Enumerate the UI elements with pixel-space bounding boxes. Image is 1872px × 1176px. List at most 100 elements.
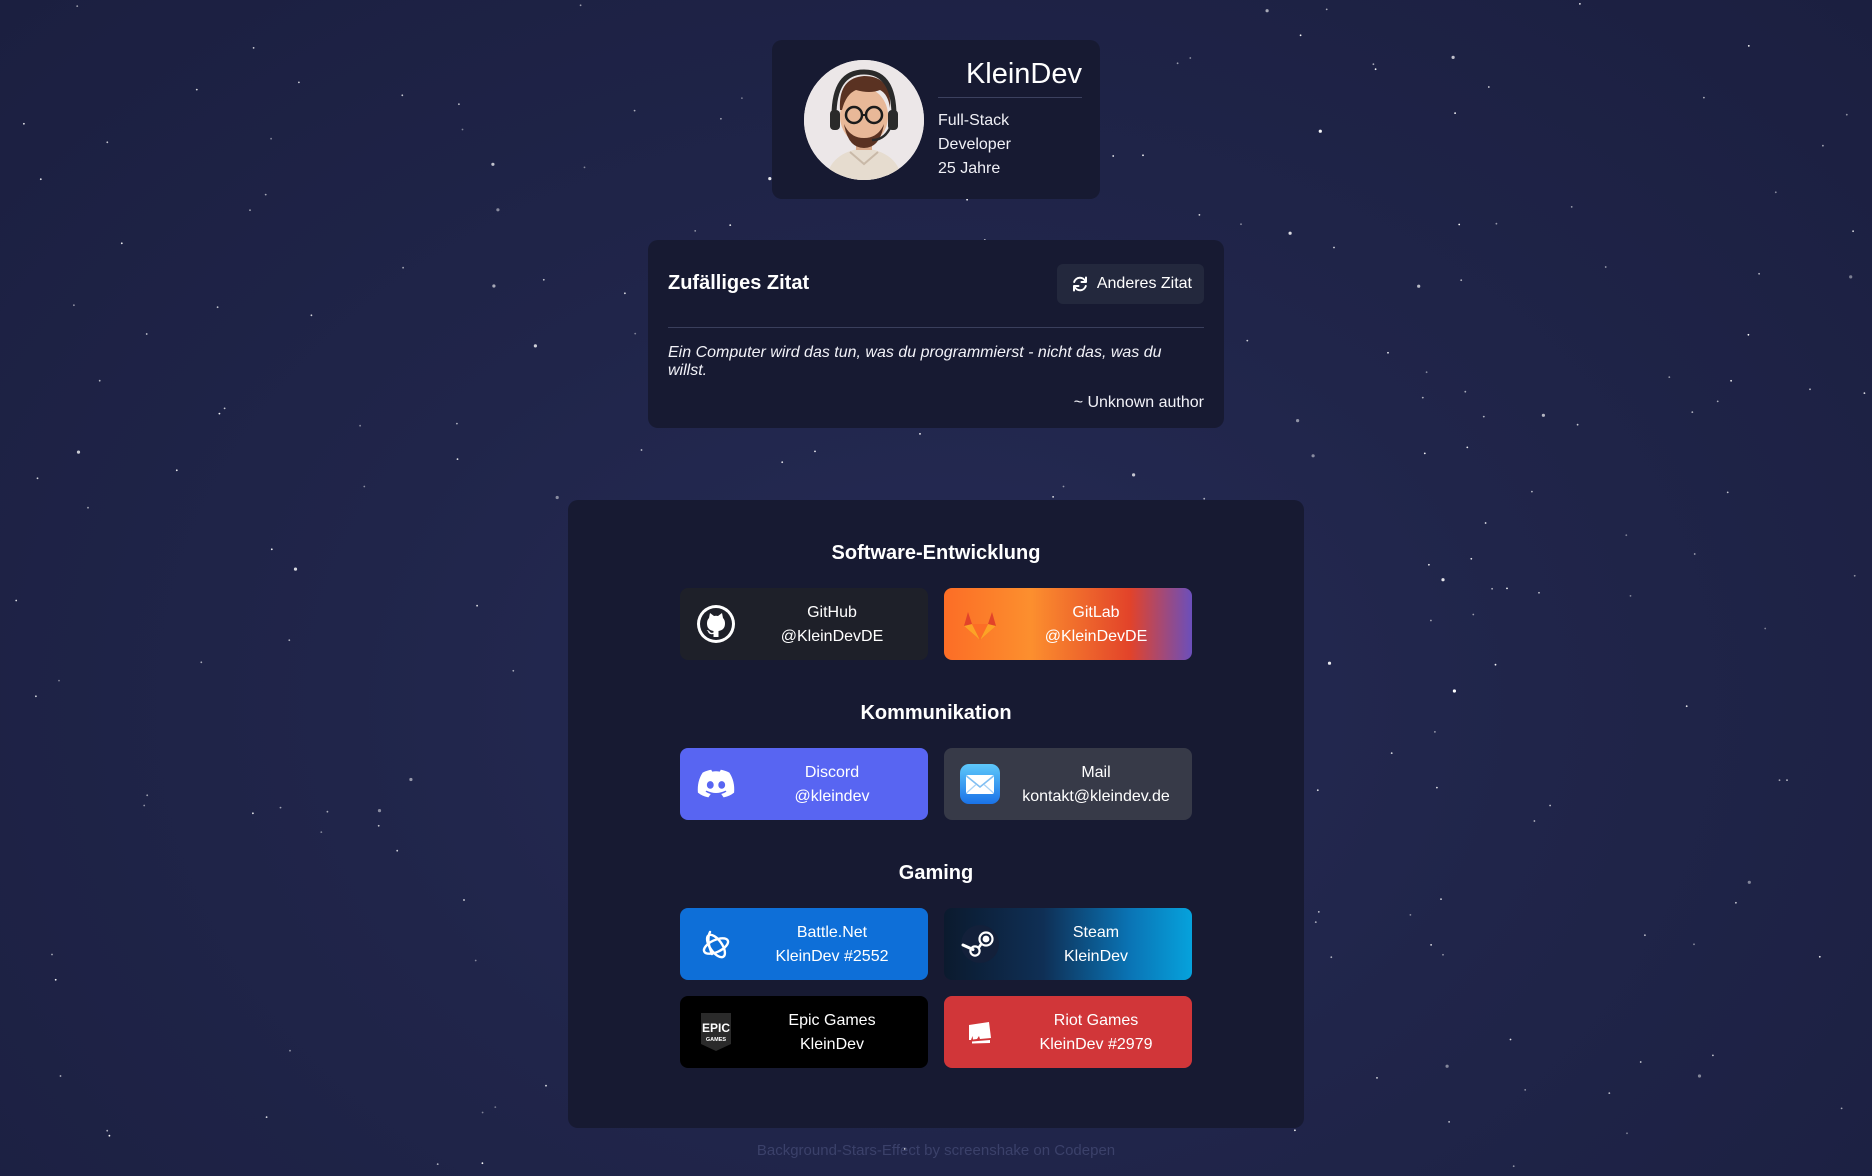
gitlab-link[interactable]: GitLab @KleinDevDE [944,588,1192,660]
star [402,266,404,269]
star [106,1129,109,1132]
star [1852,230,1854,233]
star [15,599,18,602]
star [252,812,254,815]
star [1693,553,1696,555]
riot-games-link[interactable]: Riot Games KleinDev #2979 [944,996,1192,1068]
star [252,47,255,49]
star [545,1084,547,1087]
star [1112,155,1115,157]
star [1376,1077,1378,1079]
star [1451,55,1455,60]
star [1317,911,1320,913]
star [1822,144,1824,147]
epic-games-handle: KleinDev [799,1036,865,1053]
discord-service: Discord [804,764,860,781]
star [1472,613,1475,616]
star [265,1116,268,1118]
gitlab-handle: @KleinDevDE [1044,628,1148,645]
star [458,103,460,106]
star [1533,820,1536,822]
star [359,424,361,427]
star [200,661,203,664]
github-icon [696,604,736,644]
star [87,506,89,509]
star [456,458,459,460]
star [1726,491,1729,494]
mail-address: kontakt@kleindev.de [1022,788,1170,805]
star [1849,275,1853,279]
battlenet-link[interactable]: Battle.Net KleinDev #2552 [680,908,928,980]
star [293,567,298,571]
gitlab-icon [960,604,1000,644]
star [1430,619,1432,622]
star [1176,62,1179,65]
star [1390,752,1393,754]
new-quote-label: Anderes Zitat [1096,274,1192,292]
star [1333,246,1335,249]
star [1330,956,1333,959]
star [310,314,313,317]
star [1541,413,1545,417]
steam-handle: KleinDev [1063,948,1129,965]
github-label: GitHub @KleinDevDE [736,601,928,649]
star [270,137,272,140]
star [223,407,226,410]
star [1703,96,1705,99]
star [1421,396,1424,399]
profile-role: Full-Stack Developer [938,112,1011,153]
star [279,806,282,809]
star [1747,45,1750,47]
battlenet-handle: KleinDev #2552 [775,948,889,965]
star [1512,1165,1515,1168]
epic-games-label: Epic Games KleinDev [736,1009,928,1057]
star [492,284,496,288]
star [1625,534,1628,537]
star [409,777,413,782]
steam-link[interactable]: Steam KleinDev [944,908,1192,980]
new-quote-button[interactable]: Anderes Zitat [1056,263,1204,304]
star [919,433,921,435]
star [1318,129,1322,133]
star [583,166,586,169]
mail-service: Mail [1081,764,1111,781]
star [474,959,477,962]
star [58,679,60,682]
mail-icon [960,764,1000,804]
star [195,88,198,91]
star [533,344,538,348]
star [634,332,637,335]
star [401,94,404,97]
star [494,1106,497,1108]
mail-link[interactable]: Mail kontakt@kleindev.de [944,748,1192,820]
refresh-icon [1071,275,1089,293]
star [1428,563,1430,566]
star [1524,1089,1527,1091]
star [1863,392,1866,394]
star [1470,557,1473,560]
star [289,1049,291,1052]
star [1716,400,1719,403]
star [59,1075,62,1077]
star [640,449,643,451]
epic-games-service: Epic Games [788,1012,876,1029]
star [1845,113,1848,116]
star [1747,880,1751,884]
discord-link[interactable]: Discord @kleindev [680,748,928,820]
star [1579,3,1581,5]
star [106,141,109,144]
discord-handle: @kleindev [794,788,870,805]
star [1452,689,1456,693]
star [1495,222,1498,225]
riot-games-label: Riot Games KleinDev #2979 [1000,1009,1192,1057]
section-title-gaming: Gaming [898,862,974,884]
star [1487,86,1490,88]
epic-games-link[interactable]: EPIC GAMES Epic Games KleinDev [680,996,928,1068]
star [1425,371,1428,374]
star [1491,587,1493,590]
star [1712,1054,1714,1057]
star [1417,284,1421,288]
star [1758,272,1760,275]
github-link[interactable]: GitHub @KleinDevDE [680,588,928,660]
star [1062,485,1065,488]
